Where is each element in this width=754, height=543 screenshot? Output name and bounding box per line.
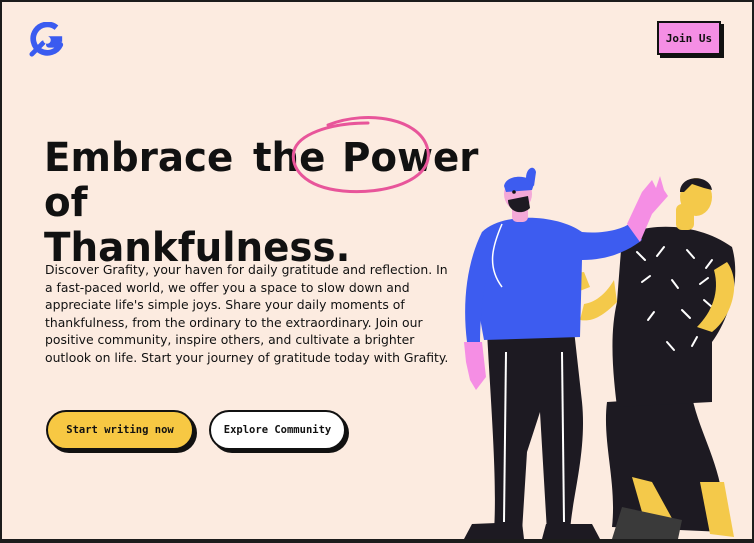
- landing-page: Join Us Embrace the Power of Thankfulnes…: [2, 2, 752, 539]
- headline-word: Embrace: [44, 135, 234, 181]
- headline-word: of: [44, 180, 88, 226]
- explore-community-button[interactable]: Explore Community: [209, 410, 346, 450]
- headline-word: the: [253, 135, 326, 181]
- join-us-button[interactable]: Join Us: [657, 21, 721, 55]
- grafity-logo-icon[interactable]: [28, 22, 66, 58]
- start-writing-button[interactable]: Start writing now: [46, 410, 194, 450]
- friends-illustration: [464, 167, 736, 539]
- figure-right: [562, 178, 736, 539]
- hero-description: Discover Grafity, your haven for daily g…: [45, 262, 449, 365]
